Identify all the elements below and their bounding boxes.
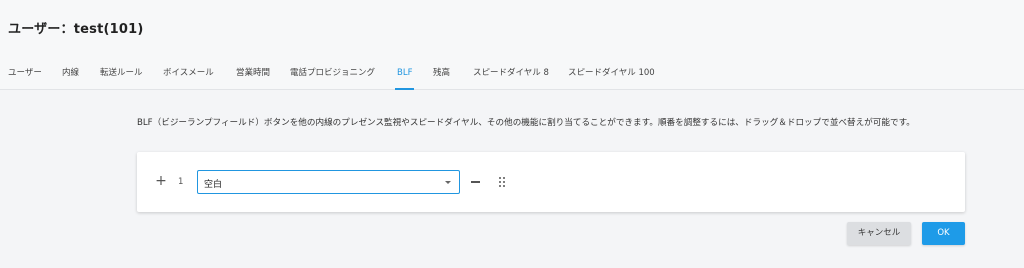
- blf-list-card: + 1 空白: [137, 152, 965, 212]
- tab-speed-dial-8[interactable]: スピードダイヤル 8: [473, 63, 549, 90]
- tab-business-hours[interactable]: 営業時間: [236, 63, 270, 90]
- tab-blf[interactable]: BLF: [394, 63, 416, 90]
- tab-user[interactable]: ユーザー: [8, 63, 42, 90]
- blf-type-select[interactable]: 空白: [197, 170, 460, 194]
- tab-speed-dial-100[interactable]: スピードダイヤル 100: [568, 63, 655, 90]
- minus-icon[interactable]: [471, 181, 480, 183]
- tab-balance[interactable]: 残高: [433, 63, 450, 90]
- page-title: ユーザー：test(101): [8, 22, 144, 37]
- plus-icon[interactable]: +: [154, 174, 168, 188]
- tab-phone-provisioning[interactable]: 電話プロビジョニング: [290, 63, 375, 90]
- row-index: 1: [178, 177, 184, 187]
- ok-button[interactable]: OK: [922, 222, 965, 245]
- select-value: 空白: [204, 180, 223, 190]
- tab-extension[interactable]: 内線: [62, 63, 79, 90]
- tab-voicemail[interactable]: ボイスメール: [163, 63, 214, 90]
- blf-description: BLF（ビジーランプフィールド）ボタンを他の内線のプレゼンス監視やスピードダイヤ…: [137, 118, 915, 128]
- caret-down-icon: [445, 181, 451, 184]
- cancel-button[interactable]: キャンセル: [847, 222, 911, 245]
- tab-bar: ユーザー 内線 転送ルール ボイスメール 営業時間 電話プロビジョニング BLF…: [0, 63, 1024, 90]
- tab-forwarding-rules[interactable]: 転送ルール: [100, 63, 143, 90]
- drag-handle-icon[interactable]: [499, 177, 507, 187]
